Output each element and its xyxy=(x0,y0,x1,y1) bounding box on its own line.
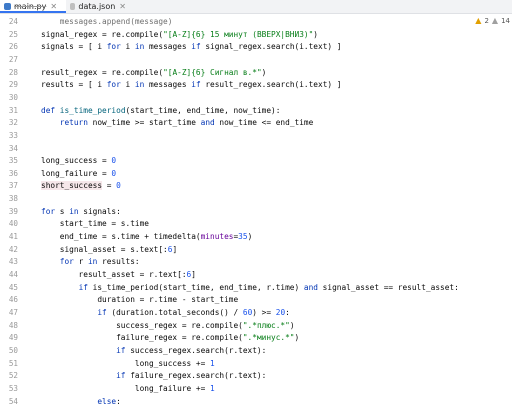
code-text: if is_time_period(start_time, end_time, … xyxy=(78,282,459,292)
line-number: 46 xyxy=(8,295,18,305)
code-text: signal_asset = s.text[:6] xyxy=(41,244,178,254)
code-line[interactable]: 33 xyxy=(0,130,512,143)
json-file-icon xyxy=(70,3,76,10)
code-text: short_success = 0 xyxy=(41,181,121,191)
code-editor[interactable]: 24 messages.append(message) 25 signal_rege… xyxy=(0,14,512,410)
line-number: 52 xyxy=(8,371,18,381)
line-number: 51 xyxy=(8,358,18,368)
close-icon[interactable]: ✕ xyxy=(50,2,57,11)
code-line[interactable]: 45 if is_time_period(start_time, end_tim… xyxy=(0,282,512,295)
line-number: 27 xyxy=(8,54,18,64)
code-text: for r in results: xyxy=(59,257,140,267)
line-number: 40 xyxy=(8,219,18,229)
code-text: result_asset = r.text[:6] xyxy=(41,270,196,279)
line-number: 36 xyxy=(8,168,18,178)
line-number: 48 xyxy=(8,320,18,330)
code-text: failure_regex = re.compile(".*минус.*") xyxy=(41,333,300,343)
code-line[interactable]: 52 if failure_regex.search(r.text): xyxy=(0,370,512,383)
code-line[interactable]: 32 return now_time >= start_time and now… xyxy=(0,117,512,130)
code-line[interactable]: 25 signal_regex = re.compile("[A-Z]{6} 15… xyxy=(0,29,512,42)
line-number: 44 xyxy=(8,270,18,279)
code-line[interactable]: 50 if success_regex.search(r.text): xyxy=(0,345,512,358)
code-line[interactable]: 51 long_success += 1 xyxy=(0,358,512,371)
code-line[interactable]: 27 xyxy=(0,54,512,67)
line-number: 39 xyxy=(8,206,18,216)
code-text: for s in signals: xyxy=(41,206,121,216)
code-line[interactable]: 47 if (duration.total_seconds() / 60) >=… xyxy=(0,307,512,320)
code-text: else: xyxy=(97,396,121,406)
line-number: 32 xyxy=(8,118,18,128)
line-number: 43 xyxy=(8,257,18,267)
line-number: 24 xyxy=(8,17,18,26)
line-number: 45 xyxy=(8,282,18,292)
code-line[interactable]: 39 for s in signals: xyxy=(0,206,512,219)
line-number: 41 xyxy=(8,232,18,242)
code-line[interactable]: 48 success_regex = re.compile(".*плюс.*"… xyxy=(0,320,512,333)
tab-label: main.py xyxy=(14,2,47,11)
code-line[interactable]: 49 failure_regex = re.compile(".*минус.*… xyxy=(0,332,512,345)
code-text: signals = [ i for i in messages if signa… xyxy=(41,42,342,52)
code-line[interactable]: 36 long_failure = 0 xyxy=(0,168,512,181)
line-number: 25 xyxy=(8,29,18,39)
code-text: if (duration.total_seconds() / 60) >= 20… xyxy=(97,307,290,317)
tab-label: data.json xyxy=(78,2,116,11)
active-tab-indicator xyxy=(0,11,66,13)
line-number: 31 xyxy=(8,105,18,115)
tab-data-json[interactable]: data.json ✕ xyxy=(66,0,126,13)
code-text: long_success = 0 xyxy=(41,156,117,166)
code-text: long_failure += 1 xyxy=(41,383,215,393)
code-line[interactable]: 24 messages.append(message) xyxy=(0,16,512,29)
line-number: 49 xyxy=(8,333,18,343)
code-text: success_regex = re.compile(".*плюс.*") xyxy=(41,320,295,330)
line-number: 47 xyxy=(8,307,18,317)
code-line[interactable]: 46 duration = r.time - start_time xyxy=(0,294,512,307)
code-text: def is_time_period(start_time, end_time,… xyxy=(41,105,281,115)
tab-main-py[interactable]: main.py ✕ xyxy=(0,0,66,13)
code-line[interactable]: 37 short_success = 0 xyxy=(0,180,512,193)
code-line[interactable]: 40 start_time = s.time xyxy=(0,218,512,231)
code-text: result_regex = re.compile("[A-Z]{6} Сигн… xyxy=(41,67,267,77)
code-line[interactable]: 30 xyxy=(0,92,512,105)
python-file-icon xyxy=(4,3,11,10)
line-number: 54 xyxy=(8,396,18,406)
code-line[interactable]: 26 signals = [ i for i in messages if sig… xyxy=(0,41,512,54)
code-line[interactable]: 28 result_regex = re.compile("[A-Z]{6} Си… xyxy=(0,67,512,80)
line-number: 26 xyxy=(8,42,18,52)
code-text: duration = r.time - start_time xyxy=(41,295,239,305)
line-number: 42 xyxy=(8,244,18,254)
line-number: 29 xyxy=(8,80,18,90)
code-line[interactable]: 54 else: xyxy=(0,396,512,409)
code-line[interactable]: 29 results = [ i for i in messages if res… xyxy=(0,79,512,92)
code-text: long_failure = 0 xyxy=(41,168,117,178)
code-line[interactable]: 31 def is_time_period(start_time, end_tim… xyxy=(0,105,512,118)
line-number: 30 xyxy=(8,92,18,102)
editor-tab-bar: main.py ✕ data.json ✕ xyxy=(0,0,512,14)
code-line[interactable]: 34 xyxy=(0,143,512,156)
line-number: 35 xyxy=(8,156,18,166)
code-text: if success_regex.search(r.text): xyxy=(116,345,267,355)
code-line[interactable]: 53 long_failure += 1 xyxy=(0,383,512,396)
code-text: end_time = s.time + timedelta(minutes=35… xyxy=(41,232,253,242)
code-text: signal_regex = re.compile("[A-Z]{6} 15 м… xyxy=(41,29,318,39)
code-line[interactable]: 42 signal_asset = s.text[:6] xyxy=(0,244,512,257)
code-line[interactable]: 43 for r in results: xyxy=(0,256,512,269)
line-number: 50 xyxy=(8,345,18,355)
code-text: start_time = s.time xyxy=(41,219,149,229)
line-number: 38 xyxy=(8,194,18,204)
code-line[interactable]: 41 end_time = s.time + timedelta(minutes… xyxy=(0,231,512,244)
line-number: 53 xyxy=(8,383,18,393)
code-text: return now_time >= start_time and now_ti… xyxy=(59,118,314,128)
code-text: if failure_regex.search(r.text): xyxy=(116,371,267,381)
code-text: results = [ i for i in messages if resul… xyxy=(41,80,342,90)
code-line[interactable]: 38 xyxy=(0,193,512,206)
code-line[interactable]: 35 long_success = 0 xyxy=(0,155,512,168)
code-line[interactable]: 44 result_asset = r.text[:6] xyxy=(0,269,512,282)
line-number: 33 xyxy=(8,130,18,140)
line-number: 34 xyxy=(8,143,18,153)
close-icon[interactable]: ✕ xyxy=(119,2,126,11)
code-text: long_success += 1 xyxy=(41,358,215,368)
line-number: 28 xyxy=(8,67,18,77)
line-number: 37 xyxy=(8,181,18,191)
code-text: messages.append(message) xyxy=(41,17,173,26)
